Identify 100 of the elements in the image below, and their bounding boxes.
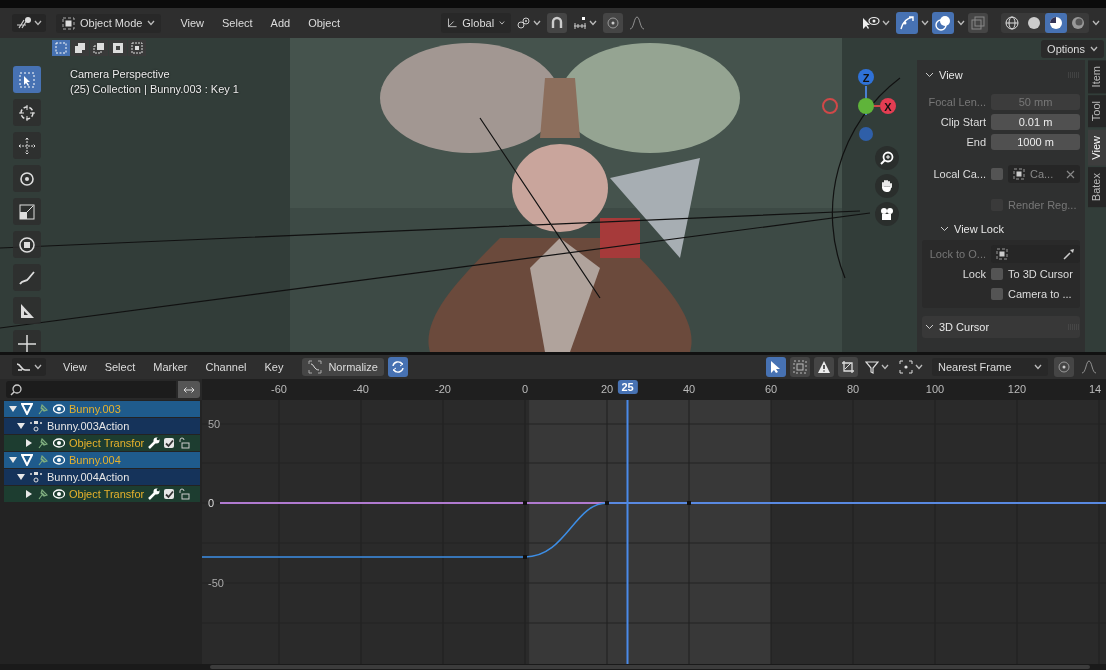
number-field[interactable]: 1000 m <box>991 133 1080 150</box>
only-errors-toggle[interactable] <box>814 357 834 377</box>
caret-icon <box>1090 46 1098 52</box>
menu-item[interactable]: Select <box>215 15 260 31</box>
zoom-button[interactable] <box>875 146 899 170</box>
lock-icon[interactable] <box>178 437 191 449</box>
menu-item[interactable]: Marker <box>146 359 195 375</box>
editor-type-button[interactable] <box>12 358 46 376</box>
menu-item[interactable]: Add <box>263 15 298 31</box>
expand-arrow-icon[interactable] <box>9 456 17 464</box>
pin-icon[interactable] <box>37 454 49 466</box>
eye-icon[interactable] <box>53 404 65 414</box>
lock-icon[interactable] <box>178 488 191 500</box>
tool-button[interactable] <box>13 231 41 258</box>
camera-view-button[interactable] <box>875 202 899 226</box>
tool-button[interactable] <box>13 264 41 291</box>
mode-dropdown[interactable]: Object Mode <box>56 13 162 33</box>
expand-arrow-icon[interactable] <box>17 422 25 430</box>
field-label: Lock <box>961 267 986 280</box>
menu-item[interactable]: Select <box>97 359 143 375</box>
expand-arrow-icon[interactable] <box>25 490 33 498</box>
show-hidden-toggle[interactable] <box>790 357 810 377</box>
pan-button[interactable] <box>875 174 899 198</box>
selection-mode-button[interactable] <box>90 40 108 56</box>
gizmo-toggle[interactable] <box>896 12 918 34</box>
wrench-icon[interactable] <box>148 437 161 449</box>
selection-mode-button[interactable] <box>109 40 127 56</box>
proportional-edit-toggle[interactable] <box>603 13 623 33</box>
checkbox[interactable] <box>164 489 175 499</box>
tool-icon <box>18 334 36 352</box>
eye-icon[interactable] <box>53 438 65 448</box>
channel-row[interactable]: Object Transfor <box>4 435 200 451</box>
eyedropper-icon[interactable] <box>1063 247 1075 260</box>
only-selected-toggle[interactable] <box>766 357 786 377</box>
editor-type-button[interactable] <box>12 14 46 32</box>
panel-title[interactable]: 3D Cursor <box>939 321 990 333</box>
checkbox[interactable] <box>991 168 1003 180</box>
eye-icon[interactable] <box>53 489 65 499</box>
sidebar-tab[interactable]: Tool <box>1088 95 1106 128</box>
sidebar-tab[interactable]: Item <box>1088 60 1106 94</box>
search-field[interactable] <box>6 381 176 398</box>
snapping-dropdown[interactable]: Nearest Frame <box>932 358 1048 376</box>
menu-item[interactable]: Channel <box>198 359 254 375</box>
subpanel-title[interactable]: View Lock <box>954 223 1004 235</box>
shading-mode-button[interactable] <box>1045 13 1067 33</box>
menu-item[interactable]: View <box>173 15 212 31</box>
selection-mode-button[interactable] <box>71 40 89 56</box>
negative-x-axis-handle[interactable] <box>822 98 838 114</box>
checkbox[interactable] <box>991 287 1003 300</box>
panel-title[interactable]: View <box>939 69 963 81</box>
tool-button[interactable] <box>13 165 41 192</box>
menu-item[interactable]: Object <box>301 15 347 31</box>
orientation-dropdown[interactable]: Global <box>441 13 511 33</box>
menu-item[interactable]: View <box>56 359 94 375</box>
sidebar-tab[interactable]: View <box>1088 129 1106 166</box>
tool-button[interactable] <box>13 66 41 93</box>
xray-toggle[interactable] <box>968 13 988 33</box>
camera-field[interactable]: Ca... <box>1008 165 1080 183</box>
chevron-icon[interactable] <box>925 324 934 330</box>
y-axis-handle[interactable] <box>858 98 874 114</box>
number-field[interactable]: 0.01 m <box>991 113 1080 130</box>
close-icon[interactable] <box>1066 169 1075 179</box>
tool-button[interactable] <box>13 99 41 126</box>
pin-icon[interactable] <box>37 403 49 415</box>
checkbox[interactable] <box>991 267 1003 280</box>
tool-button[interactable] <box>13 330 41 352</box>
channel-row[interactable]: Bunny.004 <box>4 452 200 468</box>
channel-row[interactable]: Object Transfor <box>4 486 200 502</box>
pin-icon[interactable] <box>37 437 49 449</box>
eye-icon[interactable] <box>53 455 65 465</box>
sidebar-tab[interactable]: Batex <box>1088 167 1106 208</box>
negative-z-axis-handle[interactable] <box>859 127 873 141</box>
chevron-icon[interactable] <box>925 72 934 78</box>
channel-row[interactable]: Bunny.004Action <box>4 469 200 485</box>
object-field[interactable] <box>991 244 1080 263</box>
expand-arrow-icon[interactable] <box>9 405 17 413</box>
checkbox[interactable] <box>164 438 175 448</box>
auto-normalize-toggle[interactable] <box>387 357 408 377</box>
frame-button[interactable] <box>838 357 858 377</box>
tool-button[interactable] <box>13 198 41 225</box>
channel-row[interactable]: Bunny.003Action <box>4 418 200 434</box>
normalize-toggle[interactable]: Normalize <box>302 358 384 376</box>
expand-arrow-icon[interactable] <box>17 473 25 481</box>
chevron-icon[interactable] <box>940 226 949 232</box>
options-dropdown[interactable]: Options <box>1041 40 1104 58</box>
current-frame-indicator[interactable]: 25 <box>617 380 638 394</box>
selection-mode-button[interactable] <box>128 40 146 56</box>
overlays-toggle[interactable] <box>932 12 954 34</box>
swap-button[interactable] <box>178 381 200 398</box>
snap-toggle[interactable] <box>547 13 567 33</box>
wrench-icon[interactable] <box>148 488 161 500</box>
menu-item[interactable]: Key <box>257 359 291 375</box>
expand-arrow-icon[interactable] <box>25 439 33 447</box>
sphere-icon <box>1005 16 1019 30</box>
frame-number: 14 <box>1088 383 1102 395</box>
pin-icon[interactable] <box>37 488 49 500</box>
tool-button[interactable] <box>13 297 41 324</box>
channel-row[interactable]: Bunny.003 <box>4 401 200 417</box>
action-icon <box>29 471 43 483</box>
proportional-edit-toggle[interactable] <box>1054 357 1074 377</box>
